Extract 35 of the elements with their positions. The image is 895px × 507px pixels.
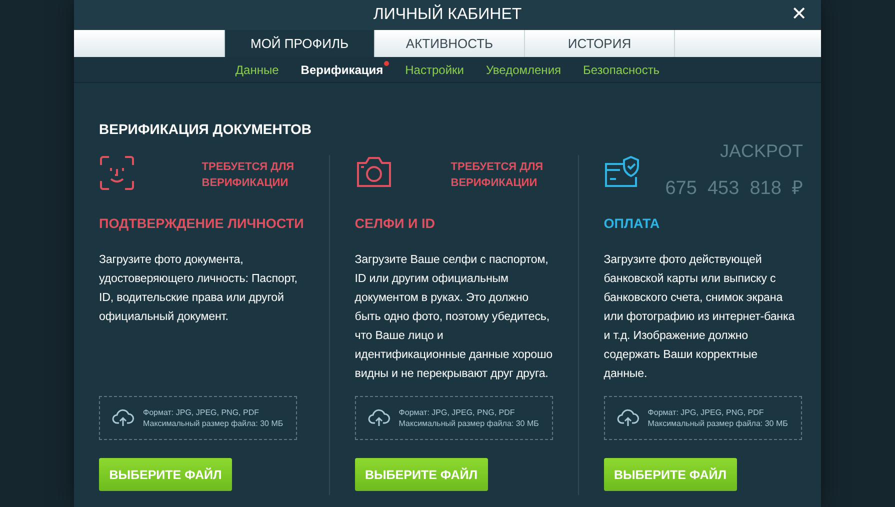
size-limit-text: Максимальный размер файла: 30 МБ	[143, 418, 284, 429]
card-title: ПОДТВЕРЖДЕНИЕ ЛИЧНОСТИ	[99, 216, 304, 231]
card-title: СЕЛФИ И ID	[354, 216, 435, 231]
sub-nav-link[interactable]: Настройки	[405, 62, 464, 76]
size-limit-text: Максимальный размер файла: 30 МБ	[648, 418, 788, 429]
card-description: Загрузите фото документа, удостоверяющего личность: Паспорт, ID, водительские права или другой официальный документ.	[99, 252, 298, 325]
sub-nav-link[interactable]: Безопасность	[583, 62, 660, 76]
status-text: ТРЕБУЕТСЯ ДЛЯ ВЕРИФИКАЦИИ	[450, 160, 544, 191]
sub-nav-link[interactable]: Верификация	[300, 62, 384, 76]
close-button[interactable]: ✕	[789, 3, 809, 25]
jackpot-label: JACKPOT	[720, 141, 803, 162]
card-title: ОПЛАТА	[604, 216, 660, 231]
upload-icon	[112, 409, 134, 427]
card-shield-icon	[604, 155, 642, 189]
size-limit-text: Максимальный размер файла: 30 МБ	[398, 418, 539, 429]
status-text: ТРЕБУЕТСЯ ДЛЯ ВЕРИФИКАЦИИ	[202, 160, 296, 191]
upload-area[interactable]: Формат: JPG, JPEG, PNG, PDF Максимальный размер файла: 30 МБ	[604, 396, 802, 440]
upload-icon	[368, 409, 390, 427]
format-text: Формат: JPG, JPEG, PNG, PDF	[648, 407, 765, 418]
sub-nav-link[interactable]: Данные	[235, 62, 279, 76]
card-description: Загрузите Ваше селфи с паспортом, ID или другим официальным документом в руках. Это должно быть одно фото, поэтому убедитесь, что Ваше лицо и идентификационные данные хорошо видны и не перекрывают друг друга.	[354, 252, 553, 382]
tab[interactable]: ИСТОРИЯ	[524, 30, 674, 57]
card-description: Загрузите фото действующей банковской карты или выписку с банковского счета, снимок экрана или фотографию из интернет-банка и т.д. Изображение должно содержать Ваши корректные данные.	[604, 252, 796, 382]
camera-icon	[354, 155, 393, 189]
jackpot-amount: 675 453 818 ₽	[665, 177, 803, 200]
upload-area[interactable]: Формат: JPG, JPEG, PNG, PDF Максимальный размер файла: 30 МБ	[354, 396, 553, 440]
sub-nav-link[interactable]: Уведомления	[486, 62, 562, 76]
tab[interactable]: АКТИВНОСТЬ	[374, 30, 524, 57]
section-heading: ВЕРИФИКАЦИЯ ДОКУМЕНТОВ	[99, 121, 312, 137]
upload-icon	[616, 409, 639, 427]
upload-area[interactable]: Формат: JPG, JPEG, PNG, PDF Максимальный размер файла: 30 МБ	[99, 396, 297, 440]
format-text: Формат: JPG, JPEG, PNG, PDF	[143, 407, 260, 418]
face-scan-icon	[99, 155, 135, 191]
window-title: ЛИЧНЫЙ КАБИНЕТ	[373, 6, 522, 24]
format-text: Формат: JPG, JPEG, PNG, PDF	[398, 407, 516, 418]
